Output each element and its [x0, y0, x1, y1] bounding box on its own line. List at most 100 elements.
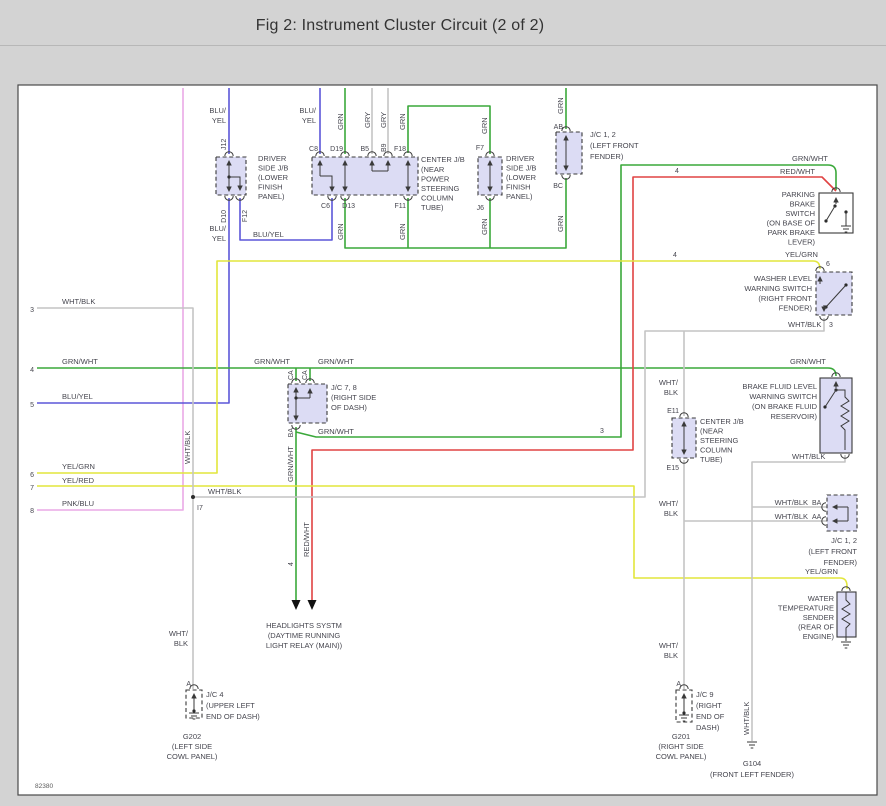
wire-label-wht-blk: WHT/BLK	[183, 431, 192, 464]
destination-label: (DAYTIME RUNNING	[268, 631, 341, 640]
pin-label-e15: E15	[667, 465, 680, 472]
pin-label-ca: CA	[288, 370, 295, 380]
wire-label-yel-grn: YEL/GRN	[785, 250, 818, 259]
component-label: J/C 4	[206, 690, 224, 699]
terminal-4: 4	[30, 367, 34, 374]
wire-label-wht-blk: WHT/	[659, 378, 679, 387]
wire-label-grn: GRN	[336, 223, 345, 240]
component-label: (LEFT FRONT	[590, 141, 639, 150]
pin-label-6: 6	[826, 261, 830, 268]
ground-label-g201: COWL PANEL)	[656, 752, 707, 761]
component-label: TUBE)	[700, 455, 723, 464]
pin-label-a: A	[186, 681, 191, 688]
terminal-5: 5	[30, 402, 34, 409]
wire-label-grn: GRN	[480, 218, 489, 235]
component-label: ENGINE)	[803, 632, 835, 641]
pin-label-j12: J12	[221, 139, 228, 150]
component-label: WARNING SWITCH	[744, 284, 812, 293]
wire-label-grn: GRN	[556, 97, 565, 114]
pin-label-j6: J6	[477, 205, 485, 212]
wire-label-pnk-blu: PNK/BLU	[62, 499, 94, 508]
pin-label-3: 3	[829, 322, 833, 329]
component-label: FENDER)	[779, 304, 813, 313]
terminal-6: 6	[30, 472, 34, 479]
component-label: STEERING	[700, 436, 739, 445]
component-label: POWER	[421, 175, 450, 184]
component-label: (UPPER LEFT	[206, 701, 255, 710]
component-label: DASH)	[696, 723, 720, 732]
component-label: PANEL)	[258, 192, 285, 201]
component-label: WATER	[808, 594, 835, 603]
component-label: (LOWER	[258, 173, 289, 182]
pin-label-ab: AB	[554, 124, 564, 131]
wire-label-blu-yel: YEL	[302, 116, 316, 125]
wire-label-wht-blk: WHT/BLK	[775, 498, 808, 507]
pin-label-c6: C6	[321, 203, 330, 210]
destination-label: HEADLIGHTS SYSTM	[266, 621, 342, 630]
pin-label-bc: BC	[553, 183, 563, 190]
pin-label-f11: F11	[394, 203, 406, 210]
wire-label-grn-wht: GRN/WHT	[62, 357, 98, 366]
component-label: LEVER)	[788, 238, 816, 247]
ground-label-g201: G201	[672, 732, 690, 741]
component-label: SWITCH	[785, 209, 815, 218]
pin-label-a: A	[676, 681, 681, 688]
wire-label-grn: GRN	[336, 113, 345, 130]
wire-number-4: 4	[673, 252, 677, 259]
pin-label-f12: F12	[242, 210, 249, 222]
wire-label-blu-yel: BLU/	[299, 106, 317, 115]
wire-label-wht-blk: BLK	[664, 509, 678, 518]
pin-label-e11: E11	[667, 408, 679, 415]
terminal-3: 3	[30, 307, 34, 314]
pin-label-b9: B9	[381, 143, 388, 152]
component-label: RESERVOIR)	[770, 412, 817, 421]
wire-label-blu-yel: BLU/	[209, 224, 227, 233]
wire-label-wht-blk: WHT/BLK	[788, 320, 821, 329]
component-label: WASHER LEVEL	[754, 274, 812, 283]
component-label: (RIGHT	[696, 701, 722, 710]
component-label: FINISH	[506, 183, 531, 192]
component-label: STEERING	[421, 184, 460, 193]
wire-label-gry: GRY	[379, 112, 388, 128]
component-label: J/C 9	[696, 690, 714, 699]
wire-label-wht-blk: WHT/BLK	[208, 487, 241, 496]
ground-label-g104: G104	[743, 759, 761, 768]
wire-label-wht-blk: WHT/BLK	[62, 297, 95, 306]
component-label: TUBE)	[421, 203, 444, 212]
wire-label-grn-wht: GRN/WHT	[790, 357, 826, 366]
component-label: SIDE J/B	[506, 164, 536, 173]
component-label: END OF	[696, 712, 725, 721]
wire-label-red-wht: RED/WHT	[302, 522, 311, 557]
destination-label: LIGHT RELAY (MAIN))	[266, 641, 343, 650]
diagram-code: 82380	[35, 783, 53, 790]
component-label: J/C 1, 2	[590, 130, 616, 139]
wire-label-grn-wht: GRN/WHT	[318, 427, 354, 436]
pin-label-d19: D19	[330, 146, 343, 153]
component-label: (RIGHT FRONT	[758, 294, 812, 303]
component-label: (LOWER	[506, 173, 537, 182]
pin-label-c8: C8	[309, 146, 318, 153]
ground-label-g202: (LEFT SIDE	[172, 742, 212, 751]
wiring-diagram: 82380	[0, 0, 886, 806]
component-label: PARKING	[782, 190, 815, 199]
component-label: CENTER J/B	[700, 417, 744, 426]
wire-label-wht-blk: WHT/	[659, 499, 679, 508]
component-label: FENDER)	[824, 558, 858, 567]
pin-label-f18: F18	[394, 146, 406, 153]
component-label: J/C 1, 2	[831, 536, 857, 545]
pin-label-d13: D13	[342, 203, 355, 210]
wire-label-grn: GRN	[398, 223, 407, 240]
wire-label-yel-grn: YEL/GRN	[62, 462, 95, 471]
wire-label-grn-wht: GRN/WHT	[318, 357, 354, 366]
component-label: WARNING SWITCH	[749, 392, 817, 401]
component-label: SENDER	[803, 613, 835, 622]
wire-label-wht-blk: WHT/	[169, 629, 189, 638]
wire-label-blu-yel: YEL	[212, 116, 226, 125]
component-label: J/C 7, 8	[331, 383, 357, 392]
wire-label-blu-yel: BLU/	[209, 106, 227, 115]
component-label: OF DASH)	[331, 403, 367, 412]
ground-label-g104: (FRONT LEFT FENDER)	[710, 770, 794, 779]
component-label: (NEAR	[421, 165, 445, 174]
component-label: PANEL)	[506, 192, 533, 201]
wire-label-wht-blk: WHT/BLK	[792, 452, 825, 461]
